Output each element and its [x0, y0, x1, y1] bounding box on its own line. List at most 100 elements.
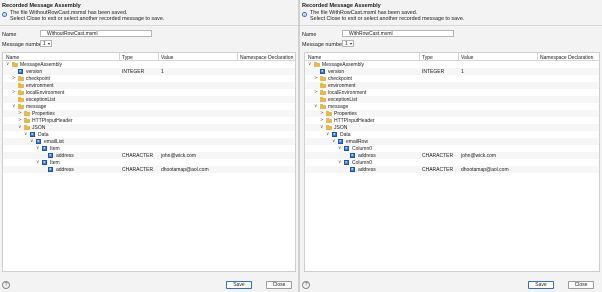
- table-header: Name Type Value Namespace Declaration: [3, 53, 295, 61]
- info-line-2: Select Close to exit or select another r…: [10, 15, 165, 22]
- table-row[interactable]: exceptionList: [305, 96, 599, 103]
- help-icon[interactable]: ?: [2, 281, 10, 289]
- element-icon: e: [332, 132, 337, 137]
- table-row[interactable]: > HTTPInputHeader: [305, 117, 599, 124]
- table-row[interactable]: > checkpoint: [305, 75, 599, 82]
- left-dialog: Recorded Message Assembly i The file Wit…: [0, 0, 298, 292]
- element-icon: e: [18, 69, 23, 74]
- table-row[interactable]: > HTTPInputHeader: [3, 117, 295, 124]
- chevron-right-icon[interactable]: >: [12, 76, 16, 81]
- table-row[interactable]: ∨ MessageAssembly: [305, 61, 599, 68]
- table-row[interactable]: e address CHARACTER dhootamap@aol.com: [305, 166, 599, 173]
- chevron-down-icon[interactable]: ∨: [6, 62, 9, 67]
- table-row[interactable]: exceptionList: [3, 96, 295, 103]
- column-divider[interactable]: [119, 53, 120, 61]
- table-row[interactable]: ∨ e Item: [3, 159, 295, 166]
- chevron-down-icon[interactable]: ∨: [24, 132, 27, 137]
- chevron-right-icon[interactable]: >: [314, 76, 318, 81]
- table-row[interactable]: > localEnvironment: [305, 89, 599, 96]
- column-header-namespace[interactable]: Namespace Declaration: [540, 55, 593, 61]
- table-row[interactable]: ∨ e Column0: [305, 159, 599, 166]
- column-header-name[interactable]: Name: [6, 55, 19, 61]
- folder-icon: [18, 89, 24, 95]
- table-row[interactable]: e address CHARACTER john@wick.com: [305, 152, 599, 159]
- chevron-down-icon[interactable]: ∨: [36, 146, 39, 151]
- row-name: address: [358, 167, 376, 173]
- chevron-down-icon[interactable]: ∨: [12, 104, 15, 109]
- column-divider[interactable]: [419, 53, 420, 61]
- table-row[interactable]: e address CHARACTER dhootamap@aol.com: [3, 166, 295, 173]
- message-number-select[interactable]: 1 ▾: [40, 40, 52, 47]
- name-field[interactable]: WithoutRowCast.msml: [40, 30, 152, 37]
- message-number-value: 1: [43, 41, 46, 47]
- table-row[interactable]: > checkpoint: [3, 75, 295, 82]
- save-button[interactable]: Save: [226, 281, 252, 289]
- table-row[interactable]: ∨ message: [305, 103, 599, 110]
- column-header-name[interactable]: Name: [308, 55, 321, 61]
- chevron-down-icon[interactable]: ∨: [338, 160, 341, 165]
- table-row[interactable]: ∨ JSON: [305, 124, 599, 131]
- chevron-down-icon[interactable]: ∨: [332, 139, 335, 144]
- folder-icon: [18, 82, 24, 88]
- column-divider[interactable]: [458, 53, 459, 61]
- column-header-type[interactable]: Type: [422, 55, 433, 61]
- chevron-right-icon[interactable]: >: [18, 111, 22, 116]
- chevron-down-icon[interactable]: ∨: [314, 104, 317, 109]
- column-header-value[interactable]: Value: [161, 55, 173, 61]
- name-field[interactable]: WithRowCast.msml: [342, 30, 454, 37]
- info-message: i The file WithRowCast.msml has been sav…: [302, 10, 464, 23]
- column-header-value[interactable]: Value: [461, 55, 473, 61]
- chevron-right-icon[interactable]: >: [314, 90, 318, 95]
- element-icon: e: [338, 139, 343, 144]
- chevron-down-icon[interactable]: ∨: [326, 132, 329, 137]
- table-row[interactable]: > localEnvironment: [3, 89, 295, 96]
- folder-icon: [12, 61, 18, 67]
- table-row[interactable]: ∨ e Column0: [305, 145, 599, 152]
- table-row[interactable]: ∨ MessageAssembly: [3, 61, 295, 68]
- table-row[interactable]: > Properties: [3, 110, 295, 117]
- column-header-namespace[interactable]: Namespace Declaration: [240, 55, 293, 61]
- table-row[interactable]: environment: [305, 82, 599, 89]
- column-divider[interactable]: [237, 53, 238, 61]
- separator: [300, 25, 602, 26]
- chevron-right-icon[interactable]: >: [320, 111, 324, 116]
- table-row[interactable]: environment: [3, 82, 295, 89]
- table-row[interactable]: ∨ e emailList: [3, 138, 295, 145]
- save-button[interactable]: Save: [528, 281, 554, 289]
- close-button[interactable]: Close: [568, 281, 594, 289]
- table-row[interactable]: ∨ message: [3, 103, 295, 110]
- chevron-right-icon[interactable]: >: [320, 118, 324, 123]
- chevron-down-icon[interactable]: ∨: [36, 160, 39, 165]
- table-row[interactable]: e version INTEGER 1: [3, 68, 295, 75]
- table-row[interactable]: > Properties: [305, 110, 599, 117]
- chevron-down-icon[interactable]: ∨: [308, 62, 311, 67]
- table-row[interactable]: e address CHARACTER john@wick.com: [3, 152, 295, 159]
- chevron-right-icon[interactable]: >: [18, 118, 22, 123]
- message-tree-table: Name Type Value Namespace Declaration ∨ M…: [304, 52, 600, 272]
- help-icon[interactable]: ?: [302, 281, 310, 289]
- chevron-down-icon[interactable]: ∨: [320, 125, 323, 130]
- column-divider[interactable]: [537, 53, 538, 61]
- folder-icon: [24, 124, 30, 130]
- close-button[interactable]: Close: [266, 281, 292, 289]
- table-row[interactable]: ∨ JSON: [3, 124, 295, 131]
- table-row[interactable]: ∨ e Data: [3, 131, 295, 138]
- column-header-type[interactable]: Type: [122, 55, 133, 61]
- folder-icon: [320, 89, 326, 95]
- element-icon: e: [350, 167, 355, 172]
- chevron-down-icon[interactable]: ∨: [30, 139, 33, 144]
- name-label: Name: [2, 32, 17, 38]
- chevron-right-icon[interactable]: >: [12, 90, 16, 95]
- message-number-select[interactable]: 1 ▾: [342, 40, 354, 47]
- info-message: i The file WithoutRowCast.msmsl has been…: [2, 10, 165, 23]
- column-divider[interactable]: [158, 53, 159, 61]
- chevron-down-icon[interactable]: ∨: [18, 125, 21, 130]
- table-row[interactable]: ∨ e Data: [305, 131, 599, 138]
- element-icon: e: [42, 146, 47, 151]
- element-icon: e: [48, 167, 53, 172]
- table-row[interactable]: e version INTEGER 1: [305, 68, 599, 75]
- chevron-down-icon[interactable]: ∨: [338, 146, 341, 151]
- table-row[interactable]: ∨ e Item: [3, 145, 295, 152]
- table-row[interactable]: ∨ e emailRow: [305, 138, 599, 145]
- chevron-down-icon: ▾: [349, 41, 352, 46]
